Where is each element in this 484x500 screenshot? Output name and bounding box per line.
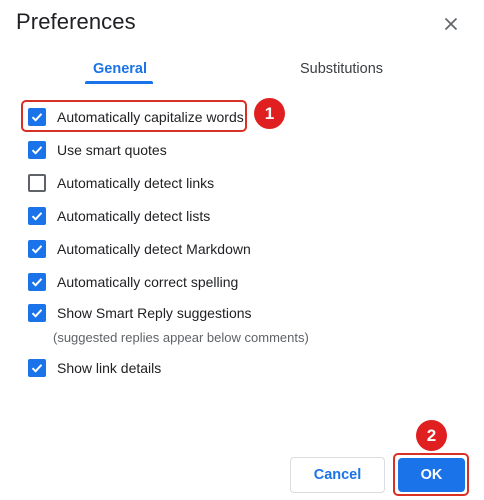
checkbox-detect-lists[interactable] <box>28 207 46 225</box>
option-label: Automatically detect links <box>57 175 215 191</box>
close-button[interactable] <box>440 13 462 35</box>
option-smart-quotes[interactable]: Use smart quotes <box>28 139 167 161</box>
dialog-title: Preferences <box>16 9 136 34</box>
option-label: Automatically detect Markdown <box>57 241 251 257</box>
active-tab-indicator <box>85 81 153 84</box>
checkbox-detect-markdown[interactable] <box>28 240 46 258</box>
checkmark-icon <box>31 278 43 287</box>
option-link-details[interactable]: Show link details <box>28 357 161 379</box>
cancel-button[interactable]: Cancel <box>290 457 385 493</box>
tab-substitutions[interactable]: Substitutions <box>300 61 383 77</box>
annotation-badge-2: 2 <box>416 420 447 451</box>
close-icon <box>444 17 458 31</box>
tab-general[interactable]: General <box>93 61 147 77</box>
option-correct-spelling[interactable]: Automatically correct spelling <box>28 271 238 293</box>
option-detect-lists[interactable]: Automatically detect lists <box>28 205 210 227</box>
checkbox-link-details[interactable] <box>28 359 46 377</box>
option-label: Show link details <box>57 360 162 376</box>
checkbox-smart-quotes[interactable] <box>28 141 46 159</box>
option-label: Automatically correct spelling <box>57 274 239 290</box>
highlight-box-ok <box>393 453 469 496</box>
smart-reply-hint: (suggested replies appear below comments… <box>53 330 309 345</box>
checkbox-smart-reply[interactable] <box>28 304 46 322</box>
checkmark-icon <box>31 245 43 254</box>
option-detect-links[interactable]: Automatically detect links <box>28 172 214 194</box>
option-label: Use smart quotes <box>57 142 167 158</box>
checkbox-detect-links[interactable] <box>28 174 46 192</box>
checkmark-icon <box>31 364 43 373</box>
highlight-box-capitalize <box>21 100 247 132</box>
option-label: Show Smart Reply suggestions <box>57 305 252 321</box>
checkmark-icon <box>31 212 43 221</box>
checkmark-icon <box>31 309 43 318</box>
option-label: Automatically detect lists <box>57 208 211 224</box>
checkbox-correct-spelling[interactable] <box>28 273 46 291</box>
option-smart-reply[interactable]: Show Smart Reply suggestions <box>28 302 252 324</box>
annotation-badge-1: 1 <box>254 98 285 129</box>
checkmark-icon <box>31 146 43 155</box>
option-detect-markdown[interactable]: Automatically detect Markdown <box>28 238 251 260</box>
